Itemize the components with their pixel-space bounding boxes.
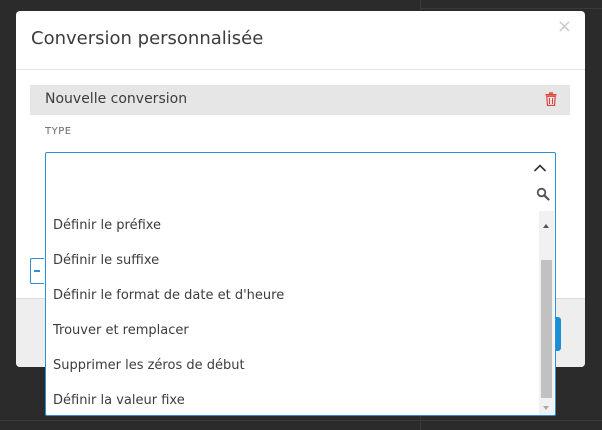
type-options-list: Définir le préfixe Définir le suffixe Dé…: [46, 211, 539, 415]
option-set-suffix[interactable]: Définir le suffixe: [46, 246, 539, 281]
option-set-fixed-value[interactable]: Définir la valeur fixe: [46, 386, 539, 421]
conversion-item-header: Nouvelle conversion: [30, 85, 570, 115]
scroll-thumb[interactable]: [541, 260, 552, 398]
chevron-up-icon[interactable]: [533, 163, 547, 173]
trash-icon[interactable]: [545, 92, 557, 106]
options-scrollbar[interactable]: [539, 211, 554, 415]
option-set-date-time-format[interactable]: Définir le format de date et d'heure: [46, 281, 539, 316]
option-set-prefix[interactable]: Définir le préfixe: [46, 211, 539, 246]
add-button[interactable]: [30, 258, 44, 284]
type-select-dropdown[interactable]: Définir le préfixe Définir le suffixe Dé…: [45, 152, 556, 416]
scroll-down-arrow-icon[interactable]: [543, 406, 549, 410]
scroll-up-arrow-icon[interactable]: [543, 224, 549, 228]
close-button[interactable]: ×: [557, 16, 572, 37]
option-remove-leading-zeros[interactable]: Supprimer les zéros de début: [46, 351, 539, 386]
type-label: TYPE: [45, 126, 72, 137]
option-find-and-replace[interactable]: Trouver et remplacer: [46, 316, 539, 351]
dialog-header: Conversion personnalisée ×: [16, 11, 585, 70]
search-icon: [536, 187, 550, 201]
dialog-title: Conversion personnalisée: [31, 28, 264, 49]
conversion-name: Nouvelle conversion: [45, 91, 188, 107]
